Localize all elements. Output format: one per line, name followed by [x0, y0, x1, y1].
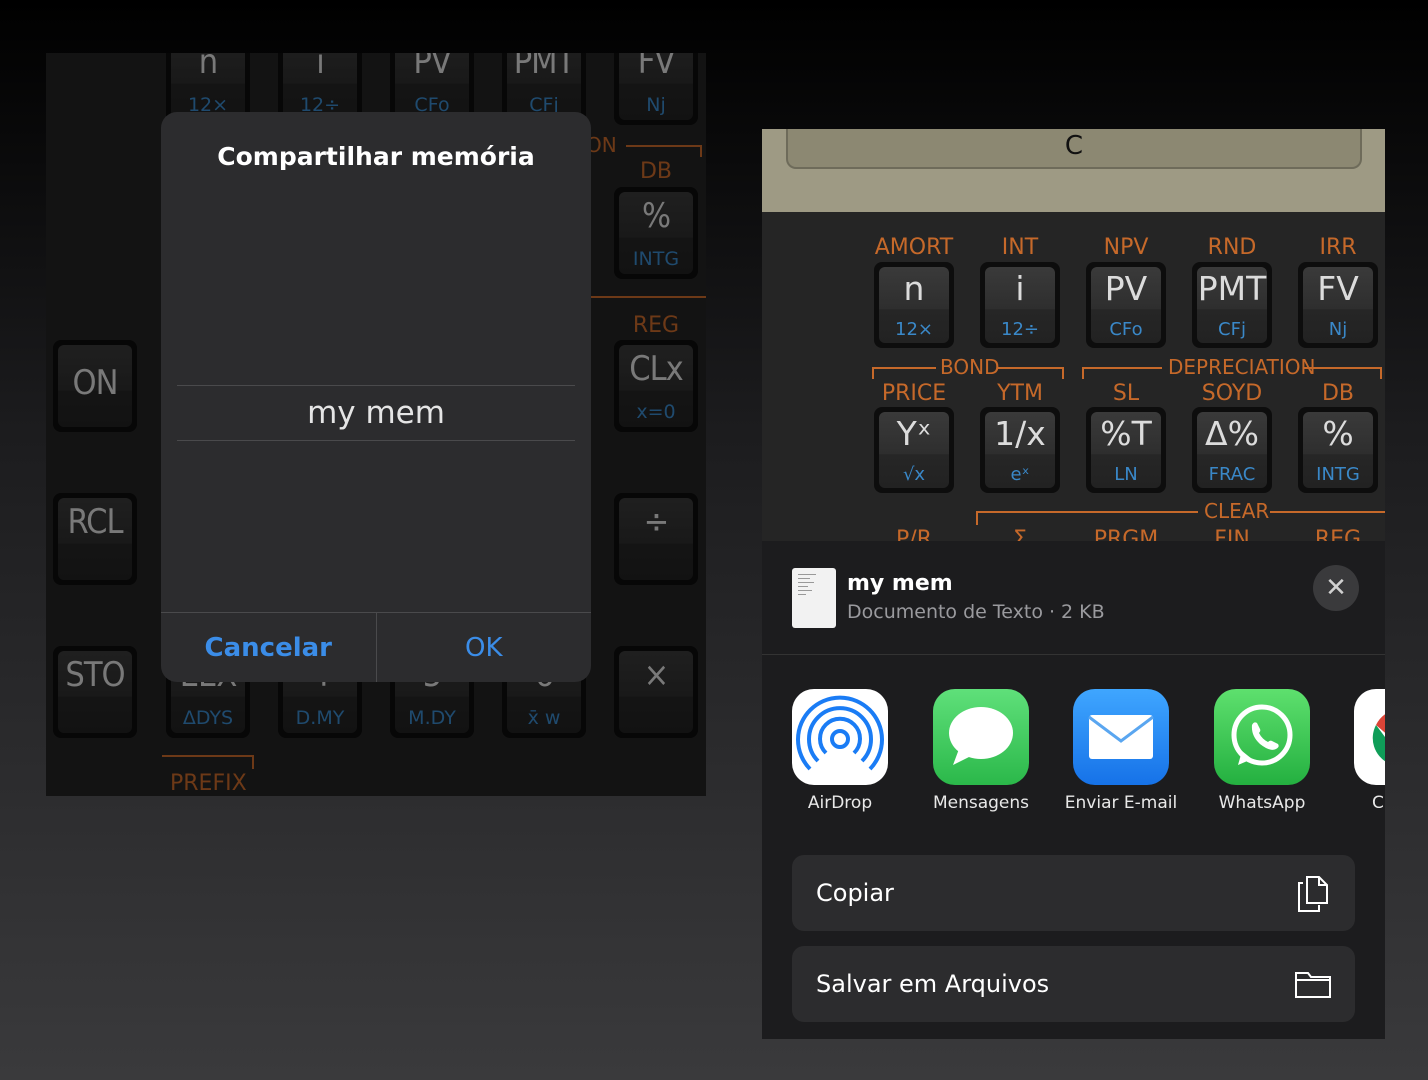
- copy-icon: [1298, 876, 1328, 912]
- label-soyd: SOYD: [1201, 381, 1263, 406]
- messages-icon: [933, 689, 1029, 785]
- rkey-yx[interactable]: Yˣ √x: [874, 407, 954, 493]
- display-text: C: [786, 129, 1362, 169]
- rkey-pmt[interactable]: PMT CFj: [1192, 262, 1272, 348]
- share-app-airdrop[interactable]: AirDrop: [780, 689, 900, 813]
- rkey-pv[interactable]: PV CFo: [1086, 262, 1166, 348]
- label-sl: SL: [1112, 381, 1140, 406]
- depreciation-label: DEPRECIATION: [1168, 355, 1316, 379]
- label-ytm: YTM: [997, 381, 1043, 406]
- mail-icon: [1073, 689, 1169, 785]
- clear-label: CLEAR: [1204, 499, 1270, 523]
- share-app-chrome[interactable]: C: [1342, 689, 1385, 813]
- calculator-display: C: [762, 129, 1385, 212]
- label-irr: IRR: [1319, 235, 1357, 260]
- calculator-left-panel: n 12× i 12÷ PV CFo PMT CFj FV Nj ON DB % INTG …: [46, 53, 706, 796]
- label-amort: AMORT: [874, 235, 954, 260]
- whatsapp-icon: [1214, 689, 1310, 785]
- share-sheet: my mem Documento de Texto · 2 KB ✕ AirDr…: [762, 541, 1385, 1039]
- airdrop-icon: [792, 689, 888, 785]
- document-thumbnail: [792, 568, 836, 628]
- copy-action[interactable]: Copiar: [792, 855, 1355, 931]
- rkey-percent-total[interactable]: %T LN: [1086, 407, 1166, 493]
- ok-button[interactable]: OK: [377, 613, 592, 682]
- share-sheet-header: my mem Documento de Texto · 2 KB ✕: [762, 541, 1385, 655]
- rkey-reciprocal[interactable]: 1/x eˣ: [980, 407, 1060, 493]
- label-price: PRICE: [881, 381, 947, 406]
- share-app-messages[interactable]: Mensagens: [921, 689, 1041, 813]
- file-name: my mem: [847, 571, 953, 596]
- rkey-i[interactable]: i 12÷: [980, 262, 1060, 348]
- calculator-right-panel: C AMORT INT NPV RND IRR n 12× i 12÷ PV CFo …: [762, 129, 1385, 1039]
- memory-name-input[interactable]: my mem: [177, 385, 575, 441]
- label-rnd: RND: [1207, 235, 1257, 260]
- bond-label: BOND: [940, 355, 1000, 379]
- file-meta: Documento de Texto · 2 KB: [847, 601, 1105, 623]
- cancel-button[interactable]: Cancelar: [161, 613, 377, 682]
- folder-icon: [1295, 972, 1331, 998]
- rkey-percent[interactable]: % INTG: [1298, 407, 1378, 493]
- share-app-mail[interactable]: Enviar E-mail: [1061, 689, 1181, 813]
- chrome-icon: [1354, 689, 1385, 785]
- rkey-fv[interactable]: FV Nj: [1298, 262, 1378, 348]
- dialog-title: Compartilhar memória: [217, 142, 535, 171]
- rkey-delta-percent[interactable]: Δ% FRAC: [1192, 407, 1272, 493]
- label-npv: NPV: [1103, 235, 1149, 260]
- label-db: DB: [1321, 381, 1355, 406]
- label-int: INT: [1001, 235, 1039, 260]
- close-icon[interactable]: ✕: [1313, 565, 1359, 611]
- share-memory-dialog: Compartilhar memória my mem Cancelar OK: [161, 112, 591, 682]
- save-to-files-action[interactable]: Salvar em Arquivos: [792, 946, 1355, 1022]
- rkey-n[interactable]: n 12×: [874, 262, 954, 348]
- share-app-whatsapp[interactable]: WhatsApp: [1202, 689, 1322, 813]
